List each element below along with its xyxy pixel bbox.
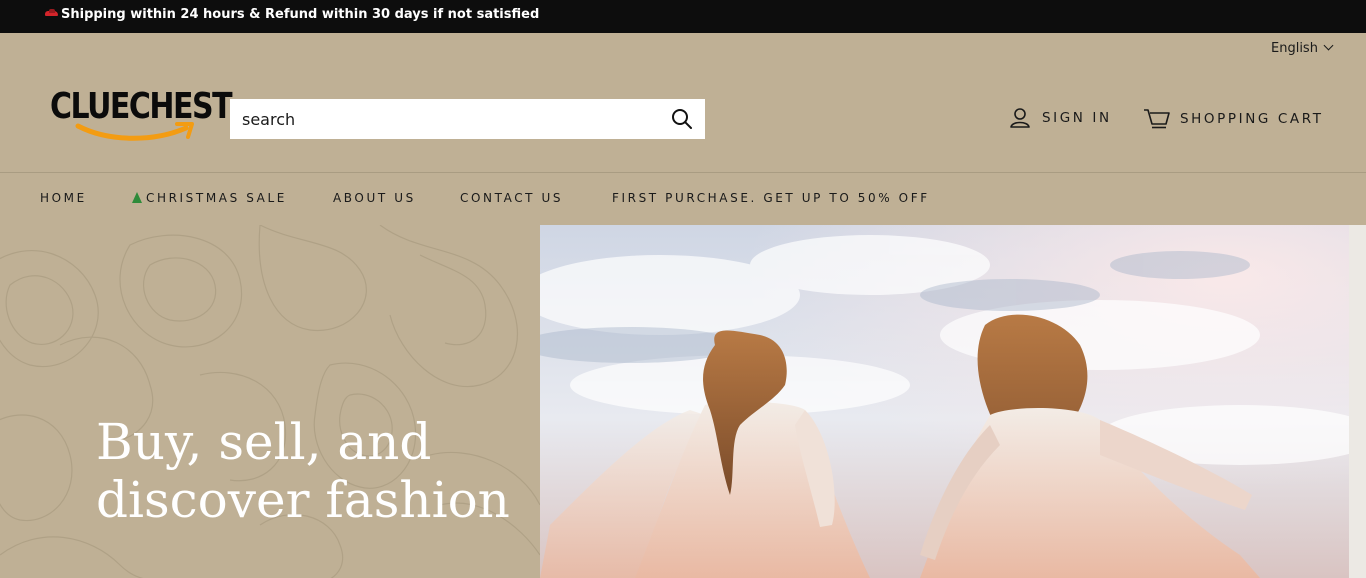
hero-banner: Buy, sell, and discover fashion [0, 225, 1366, 578]
chevron-down-icon [1323, 40, 1334, 51]
sign-in-label: SIGN IN [1042, 110, 1112, 126]
hero-photo-two-women [540, 225, 1349, 578]
site-logo[interactable]: CLUECHEST [50, 86, 233, 148]
hero-headline: Buy, sell, and discover fashion [96, 413, 510, 529]
nav-item-about-us[interactable]: ABOUT US [333, 191, 416, 205]
search-input[interactable] [230, 99, 660, 139]
user-icon [1010, 108, 1030, 128]
language-label: English [1271, 41, 1318, 56]
shopping-cart-label: SHOPPING CART [1180, 111, 1324, 127]
announcement-text: Shipping within 24 hours & Refund within… [61, 7, 540, 22]
nav-item-first-purchase[interactable]: FIRST PURCHASE. GET UP TO 50% OFF [612, 191, 930, 205]
hero-text-panel: Buy, sell, and discover fashion [0, 225, 540, 578]
hero-edge-strip [1349, 225, 1366, 578]
search-bar [230, 99, 705, 139]
announcement-text-wrap: Shipping within 24 hours & Refund within… [44, 7, 539, 22]
search-icon [672, 109, 692, 129]
nav-item-contact-us[interactable]: CONTACT US [460, 191, 563, 205]
nav-item-christmas-sale[interactable]: CHRISTMAS SALE [132, 191, 287, 205]
main-nav: HOME CHRISTMAS SALE ABOUT US CONTACT US … [0, 173, 1366, 225]
hero-image [540, 225, 1349, 578]
shopping-cart-icon [1144, 109, 1170, 129]
announcement-bar: Shipping within 24 hours & Refund within… [0, 0, 1366, 33]
logo-arrow-icon [75, 122, 194, 141]
car-icon [44, 9, 58, 17]
language-selector[interactable]: English [1271, 40, 1334, 56]
christmas-tree-icon [132, 192, 142, 203]
nav-item-home[interactable]: HOME [40, 191, 87, 205]
search-button[interactable] [671, 108, 693, 130]
nav-item-christmas-sale-label: CHRISTMAS SALE [146, 191, 287, 205]
